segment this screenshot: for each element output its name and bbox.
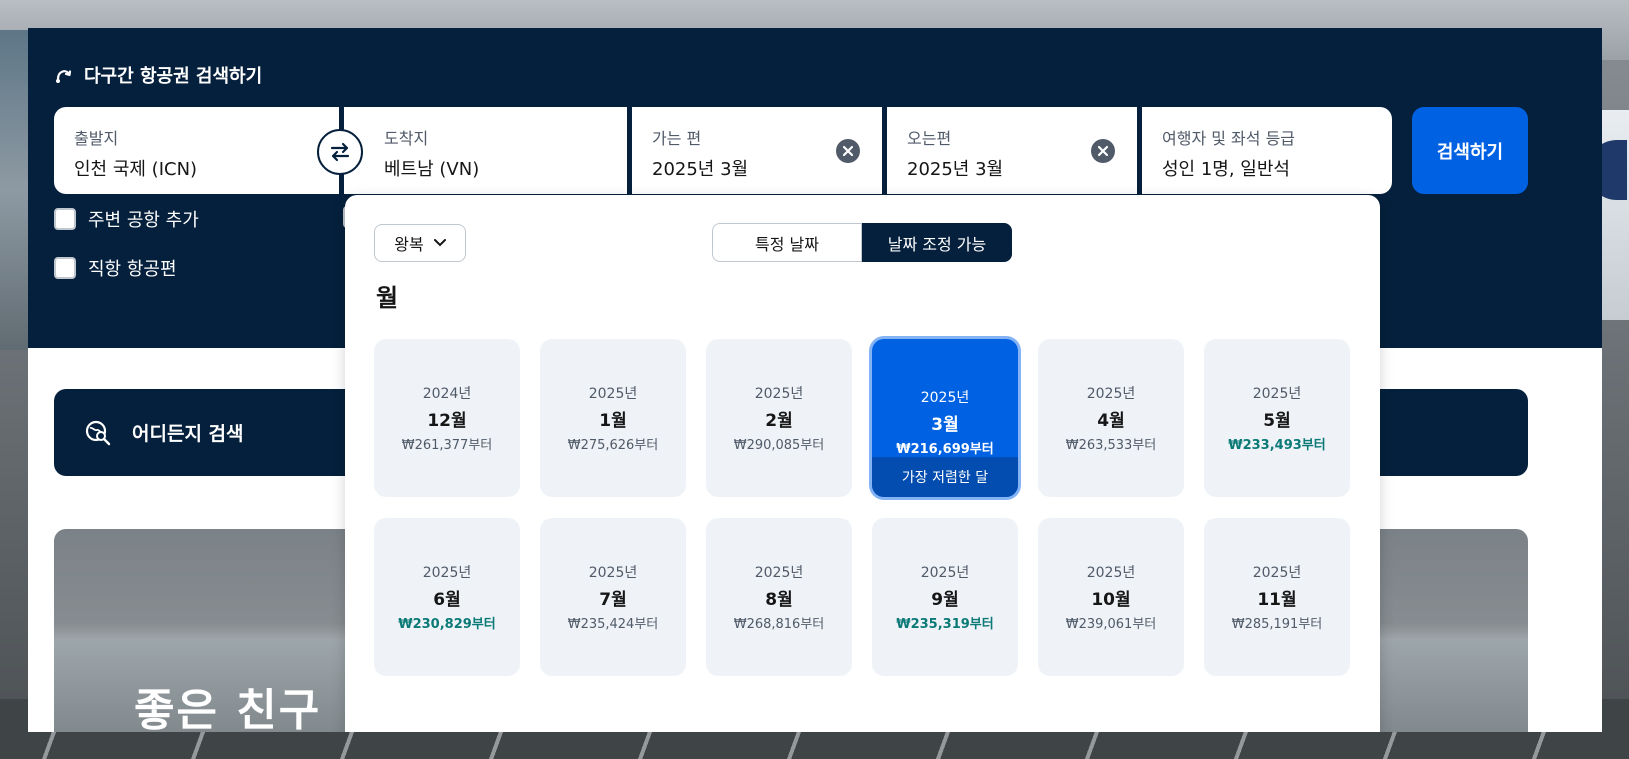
month-cell[interactable]: 2025년 11월 ₩285,191부터: [1204, 518, 1350, 676]
multi-city-icon: [56, 70, 72, 83]
month-name: 10월: [1091, 590, 1131, 610]
month-price-low: ₩230,829부터: [398, 617, 496, 632]
month-price: ₩290,085부터: [733, 438, 825, 453]
month-name: 3월: [931, 415, 959, 435]
month-name: 2월: [765, 411, 793, 431]
nearby-airports-checkbox[interactable]: [54, 208, 76, 230]
travellers-value: 성인 1명, 일반석: [1162, 159, 1290, 180]
nearby-airports-label: 주변 공항 추가: [88, 210, 199, 231]
month-name: 6월: [433, 590, 461, 610]
month-year: 2025년: [588, 565, 638, 581]
month-cell[interactable]: 2025년 4월 ₩263,533부터: [1038, 339, 1184, 497]
month-year: 2025년: [754, 386, 804, 402]
direct-flights-option[interactable]: 직항 항공편: [54, 255, 177, 281]
clear-depart-button[interactable]: [836, 139, 860, 163]
month-price: ₩275,626부터: [567, 438, 659, 453]
month-price: ₩216,699부터: [896, 442, 994, 457]
month-year: 2025년: [754, 565, 804, 581]
travellers-field[interactable]: 여행자 및 좌석 등급 성인 1명, 일반석: [1142, 107, 1392, 194]
month-name: 11월: [1257, 590, 1297, 610]
month-cell[interactable]: 2025년 5월 ₩233,493부터: [1204, 339, 1350, 497]
month-year: 2025년: [920, 565, 970, 581]
depart-value: 2025년 3월: [652, 159, 749, 180]
month-year: 2025년: [588, 386, 638, 402]
month-cell[interactable]: 2024년 12월 ₩261,377부터: [374, 339, 520, 497]
month-price-low: ₩235,319부터: [896, 617, 994, 632]
month-name: 12월: [427, 411, 467, 431]
depart-field[interactable]: 가는 편 2025년 3월: [632, 107, 882, 194]
close-icon: [842, 145, 854, 157]
month-year: 2025년: [920, 390, 970, 406]
close-icon: [1097, 145, 1109, 157]
month-name: 5월: [1263, 411, 1291, 431]
search-button[interactable]: 검색하기: [1412, 107, 1528, 194]
return-value: 2025년 3월: [907, 159, 1004, 180]
destination-field[interactable]: 도착지 베트남 (VN): [344, 107, 627, 194]
month-grid: 2024년 12월 ₩261,377부터 2025년 1월 ₩275,626부터…: [374, 339, 1350, 676]
month-price: ₩268,816부터: [733, 617, 825, 632]
depart-label: 가는 편: [652, 129, 702, 148]
swap-icon: [330, 142, 350, 162]
month-price: ₩261,377부터: [401, 438, 493, 453]
month-year: 2025년: [1252, 386, 1302, 402]
month-year: 2025년: [1086, 565, 1136, 581]
hero-heading: 좋은 친구: [134, 685, 322, 732]
month-cell[interactable]: 2025년 1월 ₩275,626부터: [540, 339, 686, 497]
explore-label: 어디든지 검색: [132, 423, 244, 445]
date-mode-toggle: 특정 날짜 날짜 조정 가능: [712, 223, 1012, 262]
month-year: 2025년: [422, 565, 472, 581]
direct-flights-checkbox[interactable]: [54, 257, 76, 279]
month-cell[interactable]: 2025년 6월 ₩230,829부터: [374, 518, 520, 676]
month-name: 7월: [599, 590, 627, 610]
month-price: ₩285,191부터: [1231, 617, 1323, 632]
month-cell[interactable]: 2025년 9월 ₩235,319부터: [872, 518, 1018, 676]
clear-return-button[interactable]: [1091, 139, 1115, 163]
month-price: ₩239,061부터: [1065, 617, 1157, 632]
month-cell[interactable]: 2025년 7월 ₩235,424부터: [540, 518, 686, 676]
month-price: ₩235,424부터: [567, 617, 659, 632]
month-cell[interactable]: 2025년 8월 ₩268,816부터: [706, 518, 852, 676]
return-field[interactable]: 오는편 2025년 3월: [887, 107, 1137, 194]
multi-city-label: 다구간 항공권 검색하기: [84, 66, 263, 87]
trip-type-select[interactable]: 왕복: [374, 224, 466, 262]
tab-specific-dates[interactable]: 특정 날짜: [712, 223, 862, 262]
month-price-low: ₩233,493부터: [1228, 438, 1326, 453]
month-cell[interactable]: 2025년 10월 ₩239,061부터: [1038, 518, 1184, 676]
month-price: ₩263,533부터: [1065, 438, 1157, 453]
origin-field[interactable]: 출발지 인천 국제 (ICN): [54, 107, 339, 194]
month-name: 1월: [599, 411, 627, 431]
travellers-label: 여행자 및 좌석 등급: [1162, 129, 1296, 148]
month-cell[interactable]: 2025년 2월 ₩290,085부터: [706, 339, 852, 497]
month-name: 9월: [931, 590, 959, 610]
direct-flights-label: 직항 항공편: [88, 259, 177, 280]
month-name: 8월: [765, 590, 793, 610]
return-label: 오는편: [907, 129, 952, 148]
month-cell-selected[interactable]: 2025년 3월 ₩216,699부터 가장 저렴한 달: [872, 339, 1018, 497]
chevron-down-icon: [433, 239, 446, 247]
nearby-airports-option[interactable]: 주변 공항 추가: [54, 206, 199, 232]
multi-city-link[interactable]: 다구간 항공권 검색하기: [54, 62, 262, 88]
globe-search-icon: [85, 420, 111, 445]
origin-label: 출발지: [74, 129, 119, 148]
month-year: 2024년: [422, 386, 472, 402]
swap-button[interactable]: [317, 129, 363, 175]
month-picker-popup: 왕복 특정 날짜 날짜 조정 가능 월 2024년 12월 ₩261,377부터…: [345, 195, 1380, 732]
month-heading: 월: [376, 284, 399, 312]
month-year: 2025년: [1086, 386, 1136, 402]
origin-value: 인천 국제 (ICN): [74, 159, 198, 180]
trip-type-value: 왕복: [394, 235, 424, 254]
month-year: 2025년: [1252, 565, 1302, 581]
cheapest-month-badge: 가장 저렴한 달: [872, 457, 1018, 497]
background-left-edge: [0, 30, 28, 350]
destination-label: 도착지: [384, 129, 429, 148]
main-frame: 다구간 항공권 검색하기 출발지 인천 국제 (ICN) 도착지 베트남 (VN…: [28, 28, 1602, 732]
month-name: 4월: [1097, 411, 1125, 431]
destination-value: 베트남 (VN): [384, 159, 480, 180]
tab-flexible-dates[interactable]: 날짜 조정 가능: [862, 223, 1012, 262]
